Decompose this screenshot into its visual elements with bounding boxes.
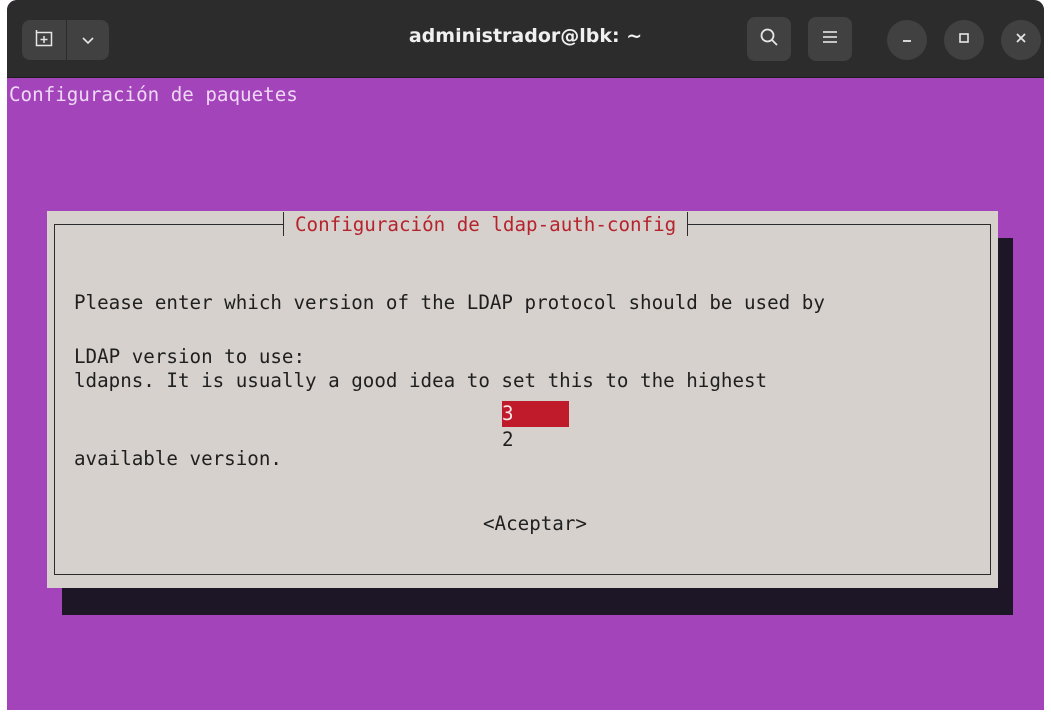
dialog-description: Please enter which version of the LDAP p… [74, 238, 825, 524]
option-version-2[interactable]: 2 [502, 427, 569, 453]
terminal-window: administrador@lbk: ~ Configuración de pa… [7, 0, 1044, 710]
title-right-tick [687, 212, 689, 236]
maximize-button[interactable] [944, 20, 984, 60]
option-label: 2 [502, 428, 514, 451]
option-label: 3 [502, 402, 514, 425]
terminal-header: Configuración de paquetes [9, 83, 298, 106]
chevron-down-icon [81, 31, 95, 50]
tab-menu-button[interactable] [67, 20, 109, 60]
dialog-title: Configuración de ldap-auth-config [295, 212, 677, 236]
accept-button[interactable]: <Aceptar> [483, 511, 587, 537]
titlebar: administrador@lbk: ~ [7, 0, 1044, 78]
search-icon [759, 27, 779, 51]
dialog-title-bar: Configuración de ldap-auth-config [283, 211, 689, 237]
minimize-button[interactable] [887, 20, 927, 60]
config-dialog: Configuración de ldap-auth-config Please… [47, 211, 998, 588]
new-tab-icon [35, 29, 53, 51]
description-line: available version. [74, 447, 282, 470]
terminal-area[interactable]: Configuración de paquetes Configuración … [7, 78, 1044, 710]
description-line: ldapns. It is usually a good idea to set… [74, 369, 768, 392]
maximize-icon [957, 31, 971, 50]
main-menu-button[interactable] [808, 17, 852, 61]
description-line: Please enter which version of the LDAP p… [74, 291, 825, 314]
version-prompt: LDAP version to use: [74, 345, 306, 368]
search-button[interactable] [747, 17, 791, 61]
new-tab-button[interactable] [22, 20, 66, 60]
hamburger-menu-icon [821, 29, 839, 49]
minimize-icon [900, 31, 914, 50]
option-version-3[interactable]: 3 [502, 401, 569, 427]
close-icon [1014, 31, 1028, 50]
close-button[interactable] [1001, 20, 1041, 60]
